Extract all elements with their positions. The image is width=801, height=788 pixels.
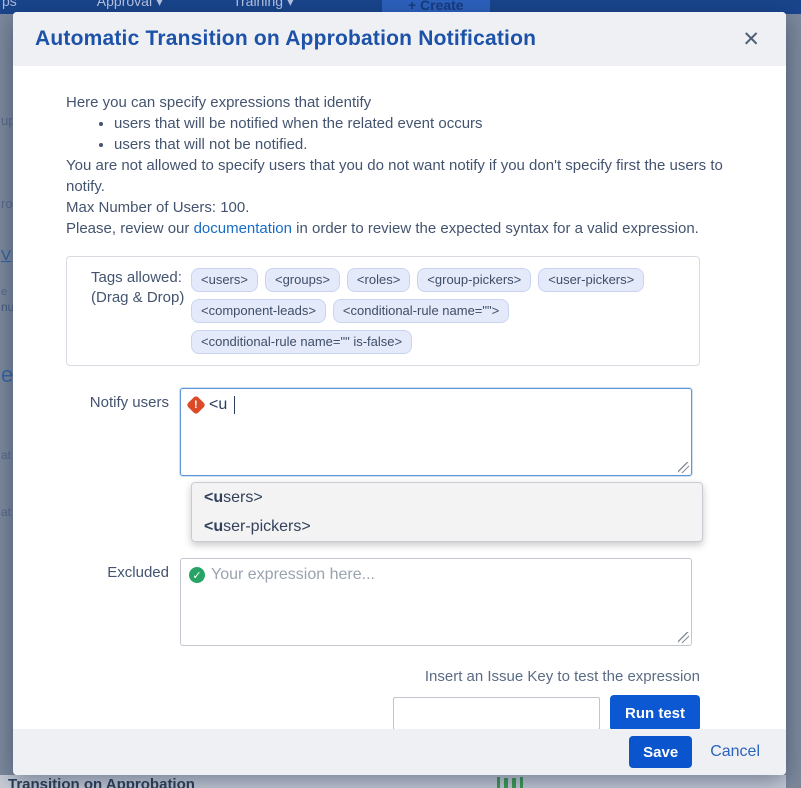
notify-users-label: Notify users (66, 388, 180, 476)
test-caption: Insert an Issue Key to test the expressi… (66, 668, 700, 685)
notify-users-textarea[interactable]: ! <u (180, 388, 692, 476)
intro-bullet: users that will not be notified. (114, 134, 753, 155)
excluded-placeholder: Your expression here... (211, 566, 375, 584)
tag-chip-component-leads[interactable]: <component-leads> (191, 299, 326, 323)
dialog-header: Automatic Transition on Approbation Noti… (13, 12, 786, 66)
resize-handle-icon[interactable] (678, 462, 689, 473)
page-bottom-title: Transition on Approbation (8, 776, 195, 788)
tags-label-line1: Tags allowed: (91, 268, 191, 288)
excluded-row: Excluded ✓ Your expression here... (66, 558, 753, 646)
dialog-body: Here you can specify expressions that id… (13, 66, 786, 729)
tags-allowed-label: Tags allowed: (Drag & Drop) (79, 268, 191, 354)
autocomplete-dropdown: <users> <user-pickers> (191, 482, 703, 542)
intro-text: Here you can specify expressions that id… (66, 92, 753, 239)
autocomplete-option-user-pickers[interactable]: <user-pickers> (192, 512, 702, 541)
tag-chip-conditional-rule[interactable]: <conditional-rule name=""> (333, 299, 509, 323)
navbar-menu-training: Training ▾ (233, 0, 294, 10)
match-rest: ser-pickers> (223, 518, 311, 535)
page-fragment: nu (1, 300, 13, 314)
navbar-menu-approval: Approval ▾ (97, 0, 163, 10)
notification-dialog: Automatic Transition on Approbation Noti… (13, 12, 786, 775)
test-row: Run test (66, 695, 700, 729)
page-bottom-row: Transition on Approbation (0, 775, 786, 788)
page-fragment: ro (1, 196, 13, 211)
intro-bullet: users that will be notified when the rel… (114, 113, 753, 134)
intro-bullets: users that will be notified when the rel… (114, 113, 753, 155)
success-check-icon: ✓ (189, 567, 205, 583)
close-icon[interactable]: ✕ (742, 29, 760, 50)
page-fragment: V (1, 247, 11, 264)
intro-line-1: Here you can specify expressions that id… (66, 92, 753, 113)
autocomplete-option-users[interactable]: <users> (192, 483, 702, 512)
excluded-textarea[interactable]: ✓ Your expression here... (180, 558, 692, 646)
page-fragment: at (1, 448, 11, 462)
status-green-icon (497, 777, 523, 788)
tag-chip-roles[interactable]: <roles> (347, 268, 410, 292)
match-prefix: <u (204, 489, 223, 506)
issue-key-input[interactable] (393, 697, 600, 730)
page-fragment: e (1, 362, 13, 388)
notify-users-value: <u (209, 396, 227, 414)
intro-line-2: You are not allowed to specify users tha… (66, 155, 753, 197)
tags-label-line2: (Drag & Drop) (91, 288, 191, 308)
tag-chip-conditional-rule-is-false[interactable]: <conditional-rule name="" is-false> (191, 330, 412, 354)
documentation-link[interactable]: documentation (194, 220, 292, 237)
tag-chip-group-pickers[interactable]: <group-pickers> (417, 268, 531, 292)
page-fragment: up (1, 113, 13, 128)
notify-users-row: Notify users ! <u (66, 388, 753, 476)
intro-line-4-post: in order to review the expected syntax f… (292, 220, 699, 237)
excluded-label: Excluded (66, 558, 180, 646)
run-test-button[interactable]: Run test (610, 695, 700, 729)
tag-chip-groups[interactable]: <groups> (265, 268, 340, 292)
page-fragment: e (1, 286, 7, 298)
intro-line-4-pre: Please, review our (66, 220, 194, 237)
intro-line-4: Please, review our documentation in orde… (66, 218, 753, 239)
text-caret (234, 396, 235, 414)
resize-handle-icon[interactable] (678, 632, 689, 643)
save-button[interactable]: Save (629, 736, 692, 768)
tags-allowed-box: Tags allowed: (Drag & Drop) <users> <gro… (66, 256, 700, 366)
page-fragment: at (1, 505, 11, 519)
match-rest: sers> (223, 489, 263, 506)
tag-chip-user-pickers[interactable]: <user-pickers> (538, 268, 644, 292)
intro-line-3: Max Number of Users: 100. (66, 197, 753, 218)
tag-chip-list: <users> <groups> <roles> <group-pickers>… (191, 268, 687, 354)
match-prefix: <u (204, 518, 223, 535)
dialog-footer: Save Cancel (13, 729, 786, 775)
error-icon: ! (186, 395, 206, 415)
tag-chip-users[interactable]: <users> (191, 268, 258, 292)
cancel-link[interactable]: Cancel (710, 743, 760, 761)
page-left-fragments: up ro V e nu e at at (0, 0, 13, 788)
dialog-title: Automatic Transition on Approbation Noti… (35, 27, 536, 51)
